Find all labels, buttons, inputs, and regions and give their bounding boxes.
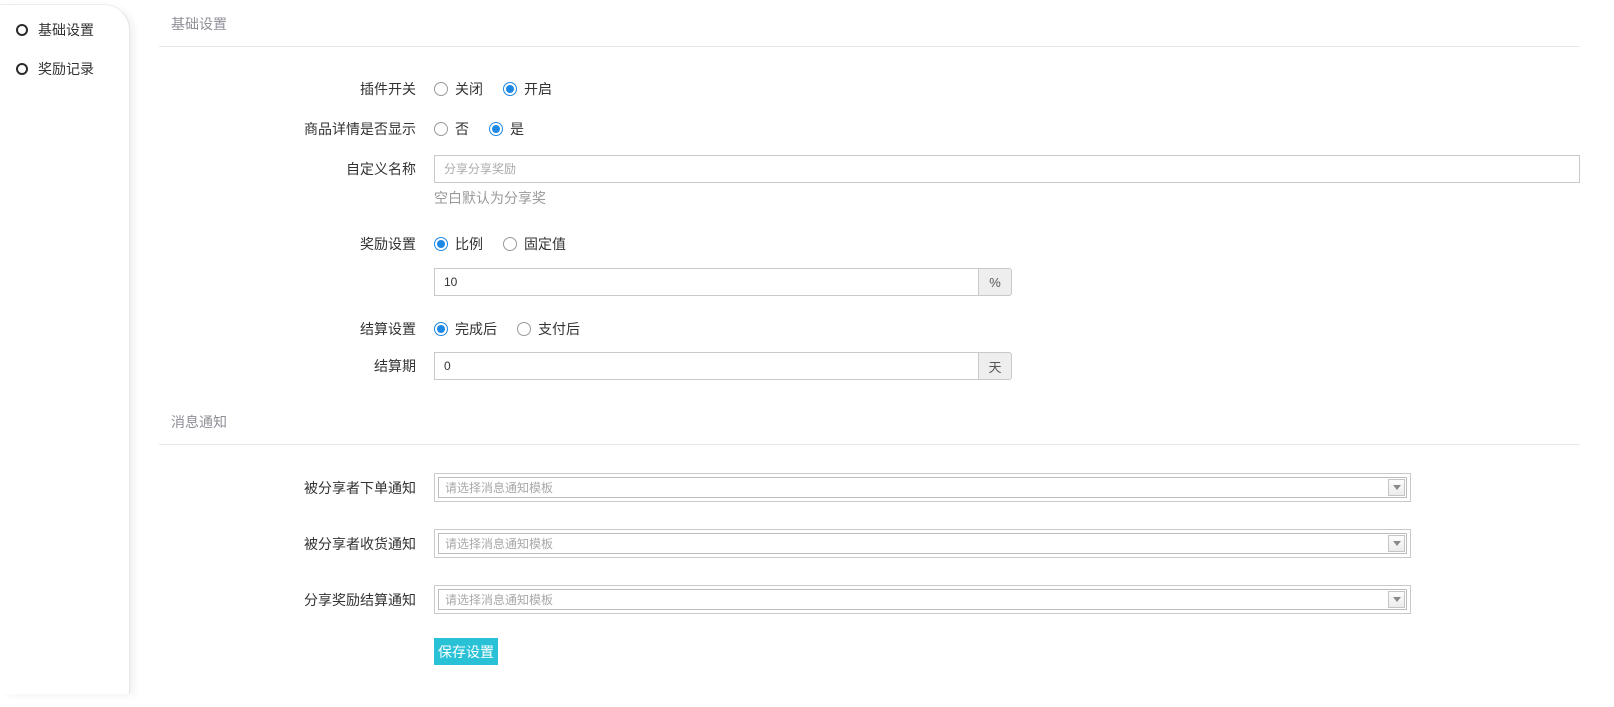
plugin-switch-row: 插件开关 关闭 开启 xyxy=(159,79,1580,99)
radio-plugin-on[interactable]: 开启 xyxy=(503,79,552,99)
radio-reward-fixed[interactable]: 固定值 xyxy=(503,234,566,254)
radio-checked-icon xyxy=(503,82,517,96)
section-divider xyxy=(159,46,1580,47)
radio-detail-yes[interactable]: 是 xyxy=(489,119,524,139)
radio-checked-icon xyxy=(434,237,448,251)
dropdown-arrow-button[interactable] xyxy=(1388,591,1405,608)
settings-page: 基础设置 奖励记录 基础设置 插件开关 关闭 开启 xyxy=(0,0,1614,707)
select-placeholder: 请选择消息通知模板 xyxy=(439,535,553,552)
notify-receive-row: 被分享者收货通知 请选择消息通知模板 xyxy=(159,529,1580,558)
save-settings-button[interactable]: 保存设置 xyxy=(434,638,498,665)
radio-checked-icon xyxy=(489,122,503,136)
dropdown-arrow-button[interactable] xyxy=(1388,535,1405,552)
notify-order-row: 被分享者下单通知 请选择消息通知模板 xyxy=(159,473,1580,502)
settle-setting-row: 结算设置 完成后 支付后 xyxy=(159,319,1580,339)
settle-period-row: 结算期 天 xyxy=(159,352,1580,380)
radio-plugin-off[interactable]: 关闭 xyxy=(434,79,483,99)
radio-label: 固定值 xyxy=(524,234,566,254)
custom-name-label: 自定义名称 xyxy=(159,159,416,179)
settle-period-label: 结算期 xyxy=(159,356,416,376)
radio-label: 完成后 xyxy=(455,319,497,339)
settle-setting-label: 结算设置 xyxy=(159,319,416,339)
notify-settle-select[interactable]: 请选择消息通知模板 xyxy=(434,585,1411,614)
settle-period-input[interactable] xyxy=(434,352,979,380)
select-placeholder: 请选择消息通知模板 xyxy=(439,591,553,608)
notify-settle-label: 分享奖励结算通知 xyxy=(159,590,416,610)
chevron-down-icon xyxy=(1393,485,1401,490)
section-title-notify: 消息通知 xyxy=(159,380,1580,444)
notify-order-label: 被分享者下单通知 xyxy=(159,478,416,498)
radio-icon xyxy=(517,322,531,336)
radio-settle-after-pay[interactable]: 支付后 xyxy=(517,319,580,339)
percent-unit-addon: % xyxy=(979,268,1012,296)
reward-value-row: % xyxy=(159,268,1580,296)
radio-reward-ratio[interactable]: 比例 xyxy=(434,234,483,254)
main-content: 基础设置 插件开关 关闭 开启 商品详情是否显示 否 xyxy=(131,0,1614,707)
notify-receive-label: 被分享者收货通知 xyxy=(159,534,416,554)
sidebar-item-basic-settings[interactable]: 基础设置 xyxy=(16,17,129,43)
reward-value-input[interactable] xyxy=(434,268,979,296)
radio-checked-icon xyxy=(434,322,448,336)
section-title-basic: 基础设置 xyxy=(159,0,1580,46)
radio-detail-no[interactable]: 否 xyxy=(434,119,469,139)
section-divider xyxy=(159,444,1580,445)
circle-icon xyxy=(16,63,28,75)
detail-display-row: 商品详情是否显示 否 是 xyxy=(159,119,1580,139)
reward-setting-label: 奖励设置 xyxy=(159,234,416,254)
radio-label: 是 xyxy=(510,119,524,139)
select-placeholder: 请选择消息通知模板 xyxy=(439,479,553,496)
reward-setting-row: 奖励设置 比例 固定值 xyxy=(159,234,1580,254)
circle-icon xyxy=(16,24,28,36)
custom-name-row: 自定义名称 xyxy=(159,155,1580,183)
detail-display-label: 商品详情是否显示 xyxy=(159,119,416,139)
radio-icon xyxy=(434,122,448,136)
radio-label: 关闭 xyxy=(455,79,483,99)
radio-icon xyxy=(503,237,517,251)
day-unit-addon: 天 xyxy=(979,352,1012,380)
plugin-switch-label: 插件开关 xyxy=(159,79,416,99)
radio-label: 比例 xyxy=(455,234,483,254)
custom-name-input[interactable] xyxy=(434,155,1580,183)
dropdown-arrow-button[interactable] xyxy=(1388,479,1405,496)
custom-name-hint: 空白默认为分享奖 xyxy=(434,188,1580,208)
chevron-down-icon xyxy=(1393,597,1401,602)
notify-order-select[interactable]: 请选择消息通知模板 xyxy=(434,473,1411,502)
radio-settle-after-complete[interactable]: 完成后 xyxy=(434,319,497,339)
notify-receive-select[interactable]: 请选择消息通知模板 xyxy=(434,529,1411,558)
radio-icon xyxy=(434,82,448,96)
sidebar-item-reward-records[interactable]: 奖励记录 xyxy=(16,56,129,82)
sidebar: 基础设置 奖励记录 xyxy=(0,4,130,694)
radio-label: 支付后 xyxy=(538,319,580,339)
radio-label: 否 xyxy=(455,119,469,139)
sidebar-item-label: 基础设置 xyxy=(38,20,94,40)
chevron-down-icon xyxy=(1393,541,1401,546)
notify-settle-row: 分享奖励结算通知 请选择消息通知模板 xyxy=(159,585,1580,614)
sidebar-item-label: 奖励记录 xyxy=(38,59,94,79)
radio-label: 开启 xyxy=(524,79,552,99)
